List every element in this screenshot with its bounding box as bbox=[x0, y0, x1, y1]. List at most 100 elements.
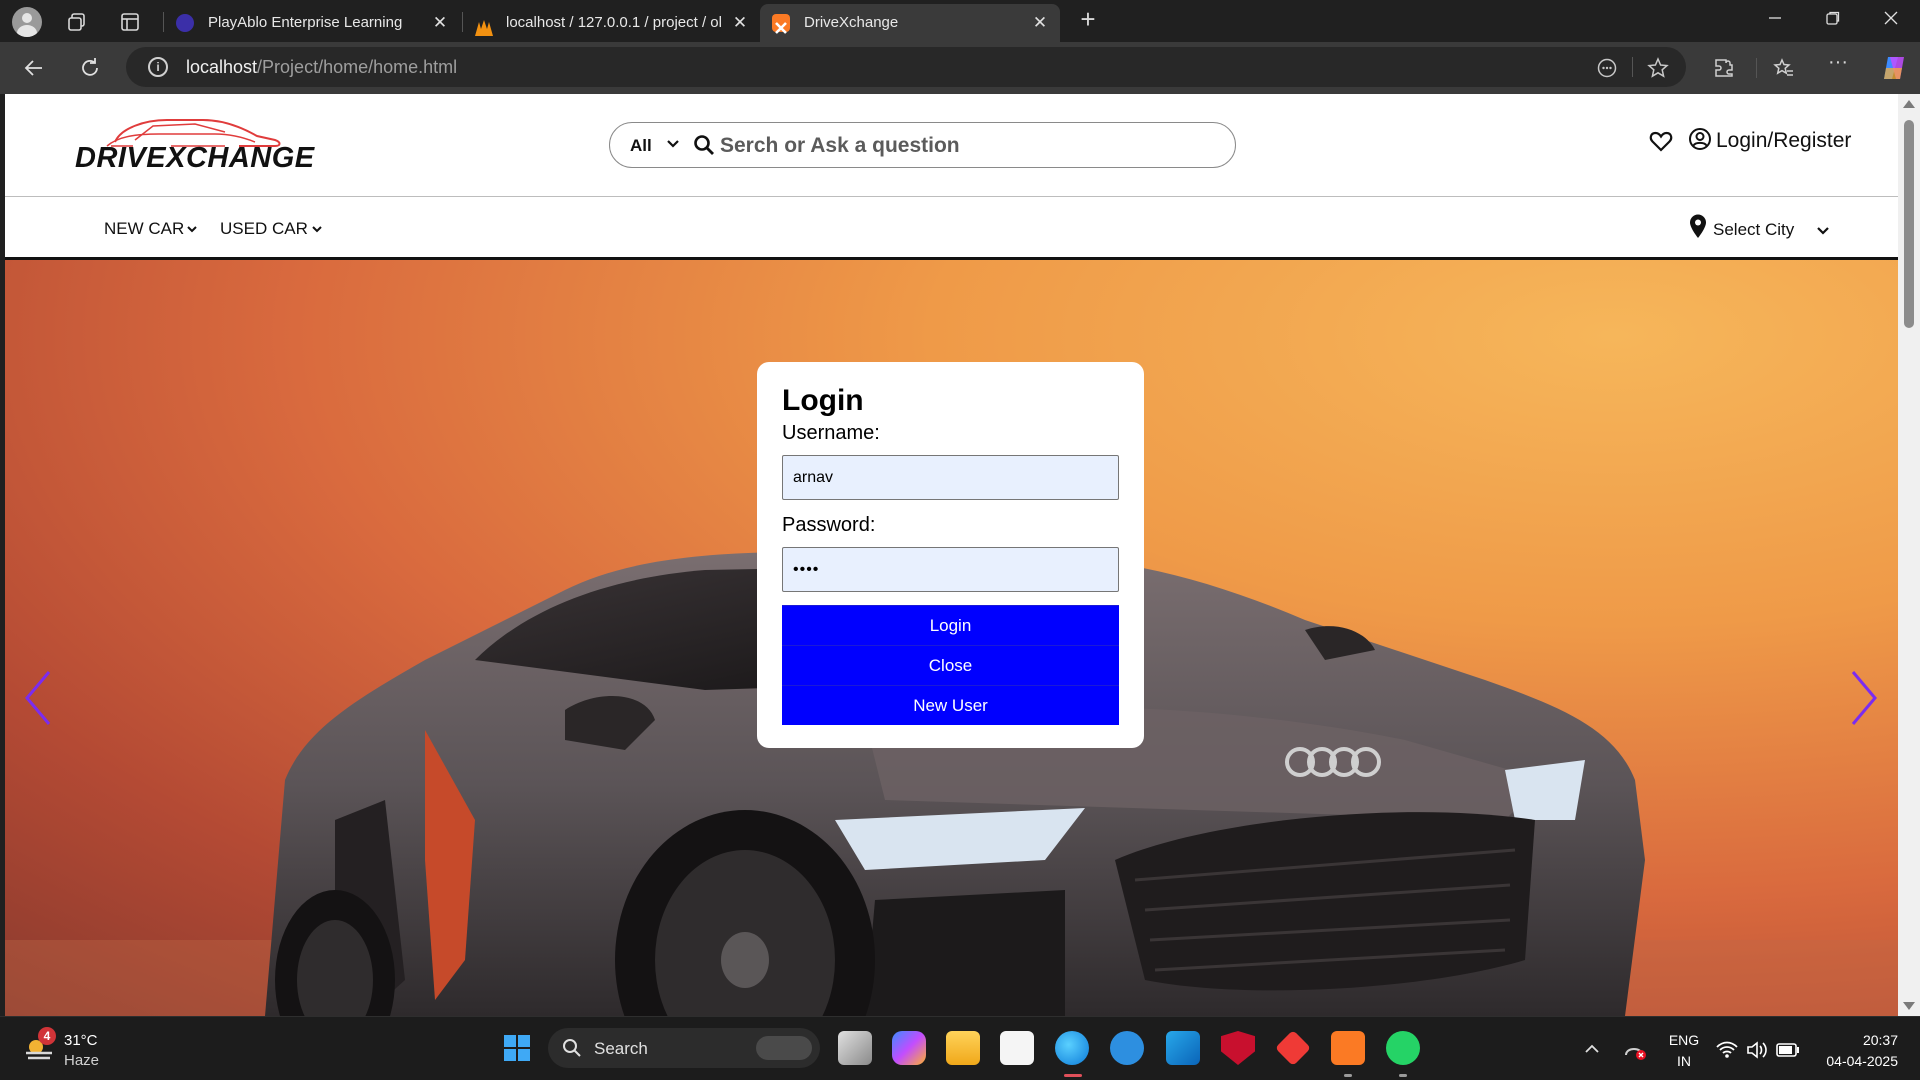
tab-close-icon[interactable]: ✕ bbox=[432, 4, 448, 42]
taskbar-search[interactable]: Search bbox=[548, 1028, 820, 1068]
copilot-icon[interactable] bbox=[1880, 54, 1908, 82]
password-input[interactable] bbox=[782, 547, 1119, 592]
select-city-dropdown[interactable]: Select City bbox=[1713, 220, 1794, 240]
whatsapp-running-indicator bbox=[1399, 1074, 1407, 1077]
search-highlight-icon bbox=[756, 1036, 812, 1060]
weather-condition-text[interactable]: Haze bbox=[64, 1052, 99, 1069]
nav-used-car[interactable]: USED CAR bbox=[220, 219, 308, 239]
tab-close-icon[interactable]: ✕ bbox=[1032, 4, 1048, 42]
search-icon bbox=[563, 1039, 581, 1057]
main-nav: NEW CAR USED CAR Select City bbox=[5, 197, 1898, 260]
edge-browser-icon[interactable] bbox=[1055, 1031, 1089, 1065]
xampp-icon[interactable] bbox=[1331, 1031, 1365, 1065]
login-register-link[interactable]: Login/Register bbox=[1716, 129, 1851, 153]
task-view-icon[interactable] bbox=[838, 1031, 872, 1065]
xampp-running-indicator bbox=[1344, 1074, 1352, 1077]
nav-new-car[interactable]: NEW CAR bbox=[104, 219, 184, 239]
taskbar-search-label: Search bbox=[594, 1039, 648, 1058]
chevron-down-icon[interactable] bbox=[186, 223, 198, 235]
minimize-icon[interactable] bbox=[1768, 10, 1782, 30]
login-button[interactable]: Login bbox=[782, 605, 1119, 645]
refresh-icon[interactable] bbox=[78, 56, 102, 80]
tab-title: localhost / 127.0.0.1 / project / ol bbox=[506, 14, 722, 31]
back-icon[interactable] bbox=[22, 56, 46, 80]
tray-overflow-icon[interactable] bbox=[1584, 1041, 1600, 1057]
page-scrollbar[interactable] bbox=[1898, 94, 1920, 1016]
url-host: localhost bbox=[186, 57, 258, 77]
address-bar[interactable]: i localhost/Project/home/home.html bbox=[126, 47, 1686, 87]
anydesk-icon[interactable] bbox=[1274, 1029, 1312, 1067]
vertical-tabs-icon[interactable] bbox=[119, 11, 141, 33]
chevron-down-icon[interactable] bbox=[1815, 222, 1831, 238]
profile-avatar-icon[interactable] bbox=[12, 7, 42, 37]
favorites-icon[interactable] bbox=[1772, 56, 1796, 80]
user-circle-icon[interactable] bbox=[1688, 127, 1712, 151]
tab-title: DriveXchange bbox=[804, 14, 899, 31]
username-input[interactable] bbox=[782, 455, 1119, 500]
site-info-icon[interactable]: i bbox=[148, 57, 168, 77]
login-modal: Login Username: Password: Login Close Ne… bbox=[757, 362, 1144, 748]
page-viewport: DRIVEXCHANGE All Serch or Ask a question… bbox=[5, 94, 1898, 1016]
phpmyadmin-favicon-icon bbox=[474, 14, 493, 36]
location-pin-icon[interactable] bbox=[1687, 213, 1709, 239]
addr-separator bbox=[1632, 57, 1633, 77]
more-menu-icon[interactable]: ··· bbox=[1826, 52, 1850, 72]
wifi-icon[interactable] bbox=[1716, 1041, 1738, 1059]
url-text[interactable]: localhost/Project/home/home.html bbox=[186, 57, 457, 78]
microsoft-store-icon[interactable] bbox=[1000, 1031, 1034, 1065]
browser-tab-strip: PlayAblo Enterprise Learning ✕ localhost… bbox=[0, 0, 1920, 42]
get-help-icon[interactable] bbox=[1110, 1031, 1144, 1065]
volume-icon[interactable] bbox=[1746, 1041, 1768, 1059]
close-button[interactable]: Close bbox=[782, 645, 1119, 685]
whatsapp-icon[interactable] bbox=[1386, 1031, 1420, 1065]
workspaces-icon[interactable] bbox=[66, 11, 88, 33]
new-user-button[interactable]: New User bbox=[782, 685, 1119, 725]
username-label: Username: bbox=[782, 422, 880, 444]
chevron-down-icon[interactable] bbox=[666, 136, 680, 150]
scroll-down-icon[interactable] bbox=[1903, 1002, 1915, 1010]
network-status-icon[interactable] bbox=[1622, 1039, 1648, 1061]
heart-icon[interactable] bbox=[1648, 128, 1674, 154]
favorite-star-icon[interactable] bbox=[1646, 56, 1670, 80]
mcafee-icon[interactable] bbox=[1221, 1031, 1255, 1065]
copilot-app-icon[interactable] bbox=[892, 1031, 926, 1065]
input-language[interactable]: ENG bbox=[1666, 1032, 1702, 1048]
scroll-up-icon[interactable] bbox=[1903, 100, 1915, 108]
tab-title: PlayAblo Enterprise Learning bbox=[208, 14, 403, 31]
tab-playablo[interactable]: PlayAblo Enterprise Learning ✕ bbox=[164, 4, 460, 42]
clock-date[interactable]: 04-04-2025 bbox=[1808, 1053, 1908, 1069]
extensions-icon[interactable] bbox=[1712, 56, 1736, 80]
xampp-favicon-icon bbox=[772, 14, 790, 34]
restore-icon[interactable] bbox=[1826, 10, 1840, 30]
carousel-prev-arrow-icon[interactable] bbox=[19, 668, 59, 728]
toolbar-separator bbox=[1756, 58, 1757, 78]
carousel-next-arrow-icon[interactable] bbox=[1843, 668, 1883, 728]
url-path: /Project/home/home.html bbox=[257, 57, 458, 77]
scroll-thumb[interactable] bbox=[1904, 120, 1914, 328]
windows-start-icon[interactable] bbox=[500, 1031, 534, 1065]
window-close-icon[interactable] bbox=[1884, 10, 1898, 30]
weather-alert-badge: 4 bbox=[38, 1027, 56, 1045]
file-explorer-icon[interactable] bbox=[946, 1031, 980, 1065]
site-header: DRIVEXCHANGE All Serch or Ask a question… bbox=[5, 94, 1898, 197]
search-scope-select[interactable]: All bbox=[630, 136, 652, 156]
tab-close-icon[interactable]: ✕ bbox=[732, 4, 748, 42]
search-bar[interactable]: All Serch or Ask a question bbox=[609, 122, 1236, 168]
outlook-icon[interactable] bbox=[1166, 1031, 1200, 1065]
edge-running-indicator bbox=[1064, 1074, 1082, 1077]
tab-phpmyadmin[interactable]: localhost / 127.0.0.1 / project / ol ✕ bbox=[462, 4, 760, 42]
search-icon[interactable] bbox=[692, 133, 716, 157]
reading-mode-icon[interactable] bbox=[1596, 57, 1618, 79]
clock-time[interactable]: 20:37 bbox=[1808, 1032, 1908, 1048]
temperature-text[interactable]: 31°C bbox=[64, 1032, 98, 1049]
battery-icon[interactable] bbox=[1776, 1043, 1800, 1057]
search-input[interactable]: Serch or Ask a question bbox=[720, 134, 960, 158]
password-label: Password: bbox=[782, 514, 876, 536]
chevron-down-icon[interactable] bbox=[311, 223, 323, 235]
input-region[interactable]: IN bbox=[1666, 1053, 1702, 1069]
tab-drivexchange[interactable]: DriveXchange ✕ bbox=[760, 4, 1060, 42]
logo-text: DRIVEXCHANGE bbox=[75, 142, 315, 174]
browser-toolbar: i localhost/Project/home/home.html ··· bbox=[0, 42, 1920, 94]
new-tab-icon[interactable]: + bbox=[1076, 6, 1100, 32]
playablo-favicon-icon bbox=[176, 14, 194, 32]
